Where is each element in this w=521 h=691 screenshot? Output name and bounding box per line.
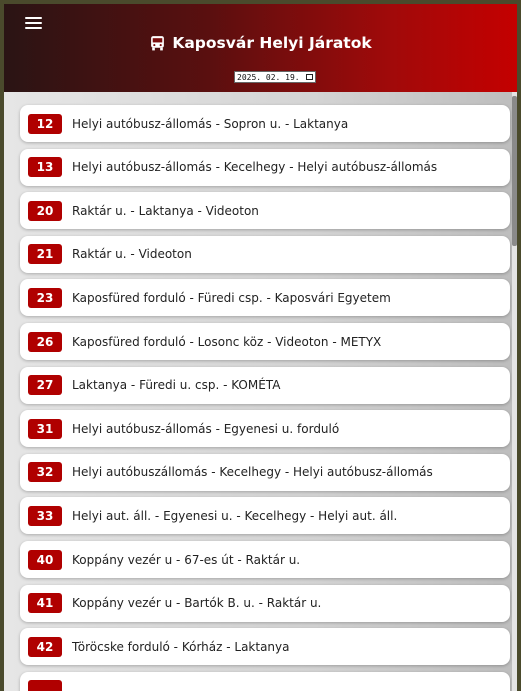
route-name: Helyi autóbusz-állomás - Kecelhegy - Hel… bbox=[72, 160, 438, 175]
route-number-badge: 23 bbox=[28, 287, 62, 308]
page-title: Kaposvár Helyi Járatok bbox=[172, 34, 372, 52]
route-item[interactable]: 23 Kaposfüred forduló - Füredi csp. - Kap… bbox=[20, 279, 510, 317]
route-name: Kaposfüred forduló - Füredi csp. - Kapos… bbox=[72, 290, 391, 305]
route-item[interactable]: 33 Helyi aut. áll. - Egyenesi u. - Kecelh… bbox=[20, 497, 510, 535]
route-number-badge: 33 bbox=[28, 505, 62, 526]
route-name: Raktár u. - Laktanya - Videoton bbox=[72, 203, 259, 218]
route-number-badge: 13 bbox=[28, 157, 62, 178]
menu-icon[interactable] bbox=[25, 17, 42, 31]
route-name: Laktanya - Füredi u. csp. - KOMÉTA bbox=[72, 378, 281, 393]
route-number-badge: 26 bbox=[28, 331, 62, 352]
route-number-badge: 12 bbox=[28, 113, 62, 134]
route-list: 12 Helyi autóbusz-állomás - Sopron u. - L… bbox=[4, 92, 517, 691]
route-name: Helyi autóbuszállomás - Kecelhegy - Hely… bbox=[72, 465, 433, 480]
route-item[interactable]: 32 Helyi autóbuszállomás - Kecelhegy - He… bbox=[20, 453, 510, 491]
date-input[interactable]: 2025. 02. 19. bbox=[234, 71, 316, 83]
route-item[interactable]: 13 Helyi autóbusz-állomás - Kecelhegy - H… bbox=[20, 148, 510, 186]
scrollbar-thumb[interactable] bbox=[512, 96, 517, 246]
header: Kaposvár Helyi Járatok 2025. 02. 19. bbox=[4, 4, 517, 92]
route-number-badge: 21 bbox=[28, 244, 62, 265]
page-title-row: Kaposvár Helyi Járatok bbox=[4, 34, 517, 52]
route-number-badge: 20 bbox=[28, 200, 62, 221]
date-value: 2025. 02. 19. bbox=[237, 72, 300, 82]
route-number-badge: 31 bbox=[28, 418, 62, 439]
route-name: Koppány vezér u - Bartók B. u. - Raktár … bbox=[72, 596, 322, 611]
route-item[interactable]: 41 Koppány vezér u - Bartók B. u. - Raktá… bbox=[20, 584, 510, 622]
route-name: Raktár u. - Videoton bbox=[72, 247, 192, 262]
route-number-badge: 41 bbox=[28, 593, 62, 614]
route-name: Kaposfüred forduló - Losonc köz - Videot… bbox=[72, 334, 382, 349]
route-name: Helyi aut. áll. - Egyenesi u. - Kecelheg… bbox=[72, 508, 398, 523]
route-number-badge: 40 bbox=[28, 549, 62, 570]
route-number-badge bbox=[28, 680, 62, 691]
route-item[interactable]: 20 Raktár u. - Laktanya - Videoton bbox=[20, 192, 510, 230]
route-item[interactable]: 27 Laktanya - Füredi u. csp. - KOMÉTA bbox=[20, 366, 510, 404]
route-number-badge: 27 bbox=[28, 375, 62, 396]
route-number-badge: 42 bbox=[28, 636, 62, 657]
route-name: Helyi autóbusz-állomás - Egyenesi u. for… bbox=[72, 421, 340, 436]
route-item[interactable]: 12 Helyi autóbusz-állomás - Sopron u. - L… bbox=[20, 105, 510, 142]
app-frame: Kaposvár Helyi Járatok 2025. 02. 19. 12 H… bbox=[4, 4, 517, 691]
bus-icon bbox=[151, 35, 165, 50]
calendar-icon[interactable] bbox=[306, 74, 313, 80]
route-item[interactable]: 42 Töröcske forduló - Kórház - Laktanya bbox=[20, 628, 510, 666]
route-name: Helyi autóbusz-állomás - Sopron u. - Lak… bbox=[72, 116, 349, 131]
route-item[interactable]: 40 Koppány vezér u - 67-es út - Raktár u. bbox=[20, 541, 510, 578]
route-name: Koppány vezér u - 67-es út - Raktár u. bbox=[72, 552, 301, 567]
route-item[interactable] bbox=[20, 671, 510, 691]
route-item[interactable]: 21 Raktár u. - Videoton bbox=[20, 235, 510, 273]
route-item[interactable]: 31 Helyi autóbusz-állomás - Egyenesi u. f… bbox=[20, 410, 510, 448]
route-item[interactable]: 26 Kaposfüred forduló - Losonc köz - Vide… bbox=[20, 323, 510, 360]
route-number-badge: 32 bbox=[28, 462, 62, 483]
route-name: Töröcske forduló - Kórház - Laktanya bbox=[72, 639, 290, 654]
